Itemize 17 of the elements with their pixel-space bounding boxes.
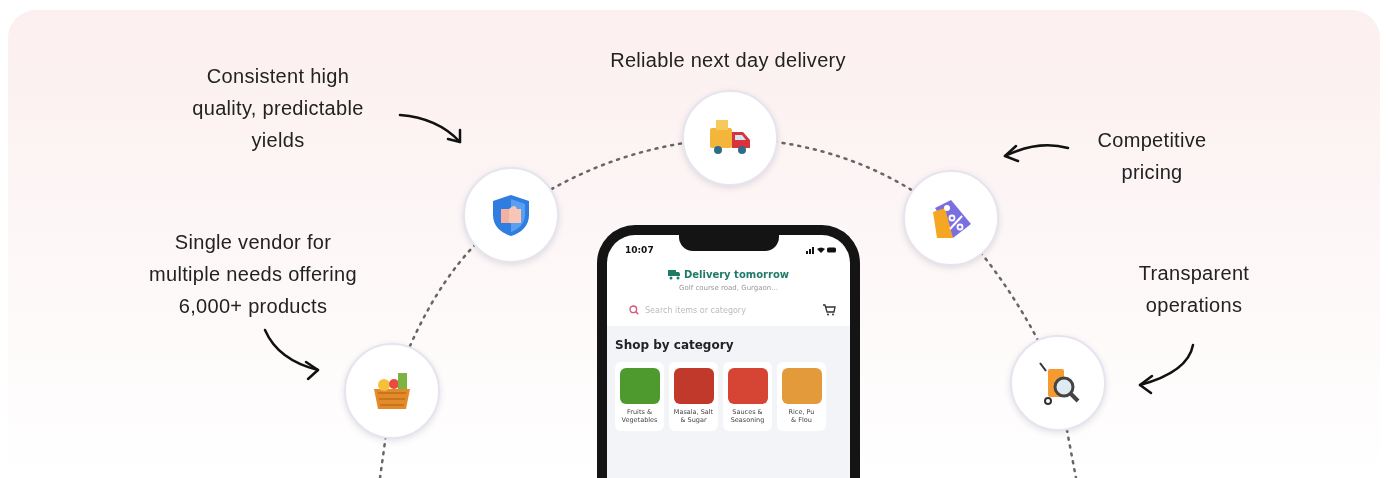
- section-heading: Shop by category: [615, 338, 735, 352]
- truck-icon: [667, 269, 680, 280]
- curved-arrow: [1003, 144, 1070, 163]
- search-icon: [629, 305, 639, 315]
- curved-arrow: [1138, 343, 1195, 395]
- benefit-label: Reliable next day delivery: [610, 48, 846, 73]
- curved-arrow: [398, 113, 462, 144]
- cart-icon[interactable]: [822, 304, 836, 316]
- benefit-label: Single vendor for multiple needs offering 6,000+ products: [149, 230, 357, 319]
- benefit-label: Competitive pricing: [1097, 128, 1207, 185]
- curved-arrow: [263, 328, 320, 381]
- status-time: 10:07: [625, 245, 654, 255]
- status-icons-icon: [806, 246, 836, 254]
- benefit-label: Transparent operations: [1138, 261, 1250, 318]
- search-field[interactable]: Search items or category: [629, 305, 812, 315]
- delivery-heading: Delivery tomorrow: [683, 269, 790, 280]
- benefit-label: Consistent high quality, predictable yields: [192, 64, 364, 153]
